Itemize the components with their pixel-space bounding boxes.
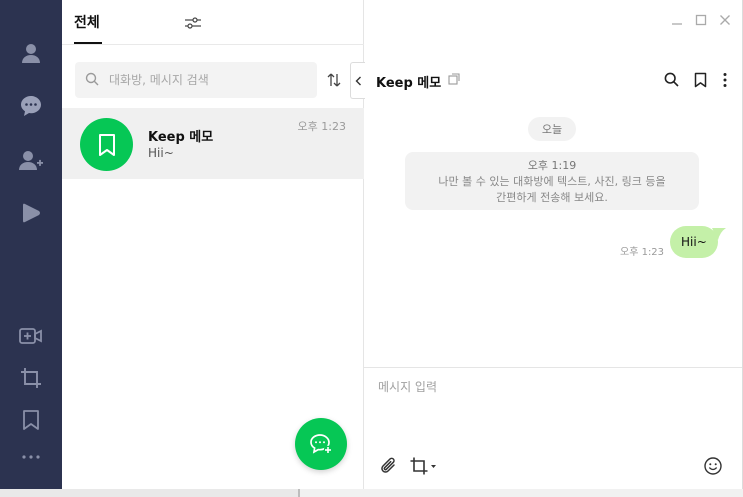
- sidebar-screen-capture[interactable]: [15, 362, 47, 394]
- video-call-icon: [19, 328, 42, 344]
- sidebar-item-add-friend[interactable]: [15, 144, 47, 176]
- new-chat-button[interactable]: [295, 418, 347, 470]
- person-icon: [22, 44, 40, 63]
- more-vertical-icon[interactable]: [722, 72, 728, 88]
- emoji-icon[interactable]: [704, 457, 722, 475]
- sort-icon[interactable]: [326, 72, 342, 88]
- line-app-window: 전체 Keep 메모 Hii~ 오후 1:23 K: [0, 0, 743, 489]
- chat-name: Keep 메모: [148, 130, 214, 145]
- chat-bubble-icon: [21, 96, 41, 116]
- screen-capture-icon[interactable]: [410, 457, 438, 475]
- chat-list-item[interactable]: Keep 메모 Hii~ 오후 1:23: [62, 108, 364, 179]
- more-icon: [22, 455, 40, 459]
- play-icon: [23, 203, 40, 223]
- tab-all[interactable]: 전체: [74, 12, 100, 32]
- sidebar: [0, 0, 62, 489]
- date-divider: 오늘: [528, 117, 576, 141]
- chat-preview: Hii~: [148, 146, 174, 160]
- message-input[interactable]: [378, 378, 728, 438]
- sidebar-more[interactable]: [15, 441, 47, 473]
- avatar: [80, 118, 133, 171]
- search-icon: [85, 72, 99, 86]
- message-time: 오후 1:23: [620, 247, 665, 258]
- bubble-tail: [712, 228, 726, 240]
- chat-list-panel: 전체 Keep 메모 Hii~ 오후 1:23: [62, 0, 364, 489]
- system-message-line2: 간편하게 전송해 보세요.: [496, 191, 608, 204]
- bookmark-icon[interactable]: [694, 72, 707, 88]
- room-title: Keep 메모: [376, 76, 442, 91]
- system-message-time: 오후 1:19: [527, 159, 577, 172]
- open-external-icon[interactable]: [448, 73, 460, 85]
- chevron-left-icon: [355, 76, 361, 85]
- close-icon[interactable]: [719, 14, 731, 26]
- collapse-list-button[interactable]: [350, 62, 365, 99]
- new-chat-icon: [310, 434, 333, 455]
- chat-room-panel: Keep 메모 오늘 오후 1:19 나만 볼 수 있는 대화방에 텍스트, 사…: [350, 0, 743, 489]
- tab-active-indicator: [74, 42, 102, 44]
- sidebar-item-voom[interactable]: [15, 197, 47, 229]
- chat-time: 오후 1:23: [297, 120, 346, 133]
- filter-icon[interactable]: [184, 14, 202, 32]
- add-friend-icon: [19, 151, 43, 170]
- screen-capture-icon: [21, 368, 41, 388]
- chat-header: Keep 메모: [364, 45, 742, 115]
- search-icon[interactable]: [664, 72, 679, 87]
- list-tabs: 전체: [62, 0, 364, 45]
- maximize-icon[interactable]: [695, 14, 707, 26]
- sidebar-item-friends[interactable]: [15, 37, 47, 69]
- sidebar-bookmark[interactable]: [15, 404, 47, 436]
- search-box: [75, 62, 317, 98]
- message-composer: [364, 367, 742, 489]
- sidebar-item-chats[interactable]: [15, 90, 47, 122]
- search-input[interactable]: [109, 70, 309, 90]
- bookmark-icon: [23, 410, 39, 430]
- attach-file-icon[interactable]: [380, 457, 398, 475]
- system-message-line1: 나만 볼 수 있는 대화방에 텍스트, 사진, 링크 등을: [438, 175, 666, 188]
- message-text: Hii~: [681, 235, 707, 249]
- message-bubble[interactable]: Hii~: [670, 226, 718, 258]
- bookmark-icon: [98, 133, 115, 156]
- system-message: 오후 1:19 나만 볼 수 있는 대화방에 텍스트, 사진, 링크 등을 간편…: [405, 152, 699, 210]
- minimize-icon[interactable]: [671, 14, 683, 26]
- sidebar-video-call[interactable]: [15, 320, 47, 352]
- background-window-strip: [0, 489, 743, 497]
